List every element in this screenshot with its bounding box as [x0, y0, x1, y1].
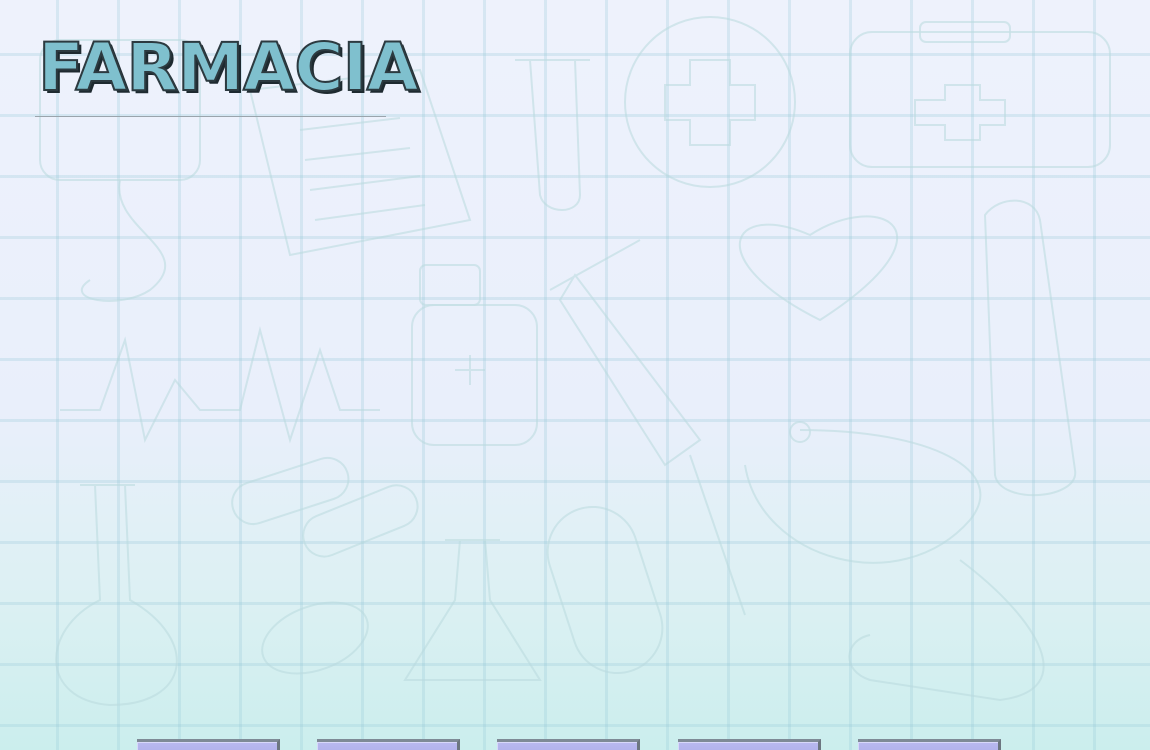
first-aid-kit-icon	[849, 21, 1111, 168]
medicine-bottle-icon	[411, 264, 538, 446]
medical-cross-icon	[624, 16, 796, 188]
bottom-navigation	[0, 739, 1150, 750]
pill-capsule-icon	[546, 505, 664, 675]
heart-icon	[738, 215, 899, 322]
thermometer-icon	[983, 199, 1077, 496]
heartbeat-line-icon	[60, 326, 380, 444]
medical-doodles-background	[39, 16, 1111, 707]
flask-icon	[55, 484, 178, 707]
title-divider	[35, 116, 386, 117]
test-tube-icon	[515, 59, 590, 211]
nav-button-3[interactable]	[497, 739, 640, 750]
flask-icon	[403, 539, 542, 681]
page-title: FARMACIA	[37, 28, 420, 107]
tablet-icon	[261, 601, 369, 675]
nav-button-2[interactable]	[317, 739, 460, 750]
pill-capsule-icon	[231, 456, 419, 558]
stethoscope-icon	[744, 421, 1045, 702]
nav-button-5[interactable]	[858, 739, 1001, 750]
syringe-icon	[549, 239, 746, 616]
nav-button-1[interactable]	[137, 739, 280, 750]
nav-button-4[interactable]	[678, 739, 821, 750]
